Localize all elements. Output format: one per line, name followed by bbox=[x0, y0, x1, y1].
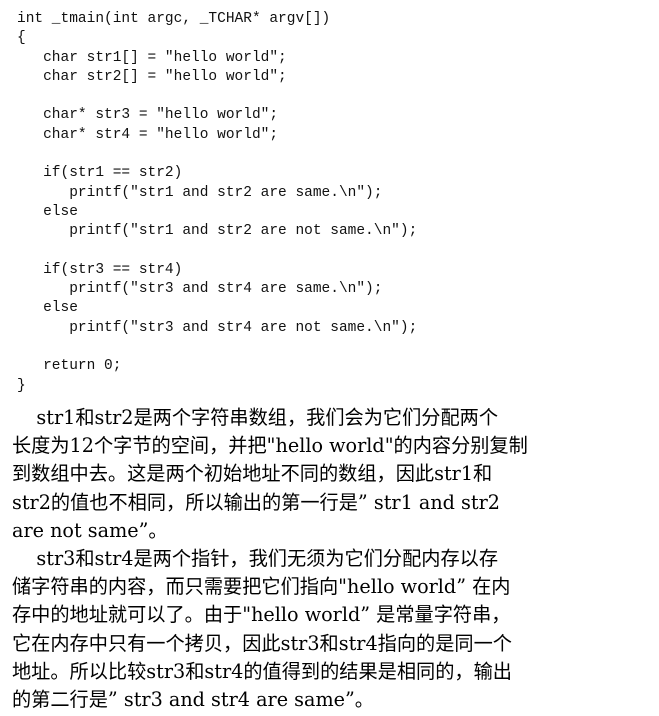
explanation-line: 存中的地址就可以了。由于"hello world” 是常量字符串， bbox=[12, 603, 511, 627]
code-line: if(str1 == str2) bbox=[17, 165, 183, 182]
code-line: if(str3 == str4) bbox=[17, 261, 183, 278]
code-line: else bbox=[17, 203, 78, 220]
explanation-line: 地址。所以比较str3和str4的值得到的结果是相同的，输出 bbox=[12, 659, 512, 683]
code-line: else bbox=[17, 300, 78, 317]
code-line: char str1[] = "hello world"; bbox=[17, 49, 287, 66]
explanation-line: 到数组中去。这是两个初始地址不同的数组，因此str1和 bbox=[12, 462, 493, 486]
explanation-line: str3和str4是两个指针，我们无须为它们分配内存以存 bbox=[12, 546, 499, 570]
code-line: char* str4 = "hello world"; bbox=[17, 126, 279, 143]
code-line: return 0; bbox=[17, 358, 122, 375]
explanation-line: 的第二行是” str3 and str4 are same”。 bbox=[12, 687, 374, 711]
code-line: char str2[] = "hello world"; bbox=[17, 68, 287, 85]
code-line: { bbox=[17, 30, 26, 47]
explanation-text: str1和str2是两个字符串数组，我们会为它们分配两个 长度为12个字节的空间… bbox=[12, 404, 652, 714]
explanation-line: are not same”。 bbox=[12, 518, 168, 542]
explanation-line: str2的值也不相同，所以输出的第一行是” str1 and str2 bbox=[12, 490, 500, 514]
code-line: int _tmain(int argc, _TCHAR* argv[]) bbox=[17, 11, 331, 27]
explanation-line: str1和str2是两个字符串数组，我们会为它们分配两个 bbox=[12, 406, 499, 429]
code-line: printf("str3 and str4 are same.\n"); bbox=[17, 281, 383, 298]
code-line: char* str3 = "hello world"; bbox=[17, 107, 279, 124]
code-line: } bbox=[17, 377, 26, 394]
code-block: int _tmain(int argc, _TCHAR* argv[]) { ch… bbox=[17, 10, 417, 396]
code-line: printf("str1 and str2 are not same.\n"); bbox=[17, 223, 418, 240]
code-line: printf("str3 and str4 are not same.\n"); bbox=[17, 319, 418, 336]
explanation-line: 长度为12个字节的空间，并把"hello world"的内容分别复制 bbox=[12, 434, 528, 458]
code-line: printf("str1 and str2 are same.\n"); bbox=[17, 184, 383, 201]
explanation-line: 它在内存中只有一个拷贝，因此str3和str4指向的是同一个 bbox=[12, 631, 512, 655]
explanation-line: 储字符串的内容，而只需要把它们指向"hello world” 在内 bbox=[12, 575, 511, 599]
